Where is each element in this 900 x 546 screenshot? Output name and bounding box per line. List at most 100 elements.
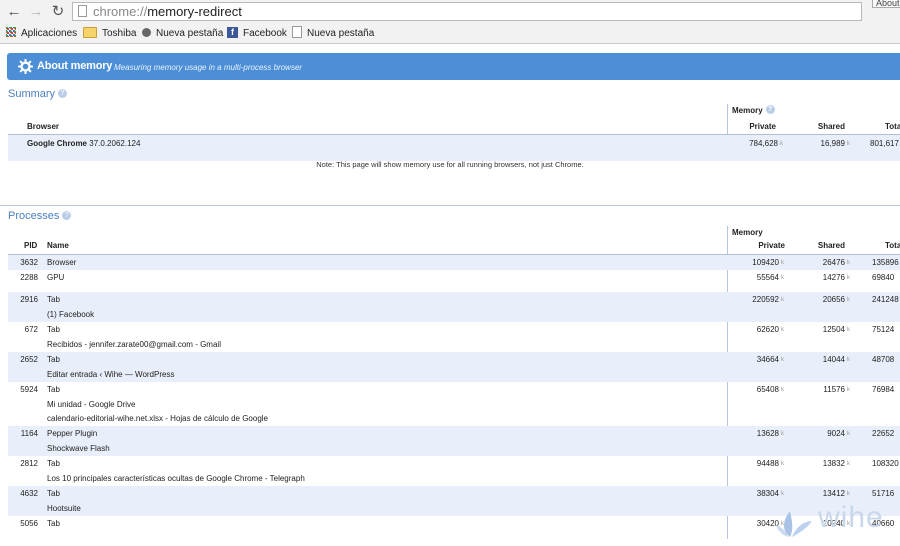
summary-total-header: Total [885, 122, 900, 131]
address-bar[interactable]: chrome://memory-redirect [72, 2, 862, 21]
process-title: Shockwave Flash [47, 444, 110, 453]
bookmark-nueva-pestana[interactable]: Nueva pestaña [142, 24, 223, 43]
process-title: Hootsuite [47, 504, 81, 513]
process-private: 34664 [756, 355, 779, 364]
summary-memory-header: Memory? [732, 105, 775, 115]
process-total: 135896 [872, 258, 899, 267]
browser-version: 37.0.2062.124 [89, 139, 141, 148]
help-icon[interactable]: ? [62, 210, 72, 220]
bookmark-facebook[interactable]: f Facebook [227, 24, 287, 43]
leaf-logo-icon [776, 511, 812, 537]
help-icon[interactable]: ? [58, 88, 68, 98]
process-title: calendario-editorial-wihe.net.xlsx - Hoj… [47, 414, 269, 423]
process-shared: 11576 [823, 385, 845, 394]
unit-label: k [781, 327, 784, 333]
process-total: 75124 [872, 325, 895, 334]
watermark-text: wihe [818, 501, 884, 534]
unit-label: k [847, 357, 850, 363]
url-path: memory-redirect [147, 4, 242, 19]
unit-label: k [781, 297, 784, 303]
apps-icon [6, 27, 16, 38]
process-pid: 2288 [20, 273, 38, 282]
processes-name-header: Name [47, 241, 69, 250]
process-pid: 5056 [20, 519, 38, 528]
process-total: 69840 [872, 273, 895, 282]
process-type: Tab [47, 355, 60, 364]
unit-label: k [781, 491, 784, 497]
process-row: 2916 Tab (1) Facebook 220592 k 20656 k 241248 [8, 292, 900, 322]
facebook-icon: f [227, 26, 238, 38]
browser-name: Google Chrome [27, 139, 88, 148]
section-divider [0, 205, 900, 206]
process-shared: 13412 [822, 489, 845, 498]
process-private: 220592 [752, 295, 779, 304]
bookmarks-bar: Aplicaciones Toshiba Nueva pestaña f Face… [0, 24, 900, 44]
unit-label: k [781, 431, 784, 437]
unit-label: k [847, 431, 850, 437]
process-type: Tab [47, 459, 60, 468]
process-row: 2288 GPU 55564 k 14276 k 69840 [8, 270, 900, 292]
reload-icon[interactable]: ↻ [48, 2, 68, 22]
summary-total-value: 801,617 [870, 139, 899, 148]
bookmark-label: Nueva pestaña [307, 28, 375, 39]
process-row: 672 Tab Recibidos - jennifer.zarate00@gmai… [8, 322, 900, 352]
unit-label: k [847, 491, 850, 497]
process-total: 51716 [872, 489, 895, 498]
process-shared: 14276 [822, 273, 845, 282]
address-url[interactable]: chrome://memory-redirect [93, 3, 242, 21]
wihe-watermark: wihe [776, 501, 900, 539]
process-shared: 20656 [822, 295, 845, 304]
process-total: 241248 [872, 295, 899, 304]
unit-label: k [847, 275, 850, 281]
process-shared: 26476 [822, 258, 845, 267]
bookmark-apps[interactable]: Aplicaciones [6, 24, 77, 43]
help-icon[interactable]: ? [765, 105, 775, 115]
page-title: About memory [37, 60, 113, 72]
process-row: 3632 Browser 109420 k 26476 k 135896 [8, 255, 900, 270]
unit-label: k [781, 461, 784, 467]
processes-shared-header: Shared [817, 241, 845, 250]
process-row: 5056 Tab 30420 k 10240 k 40660 [8, 516, 900, 546]
process-type: GPU [47, 273, 65, 282]
process-pid: 2916 [20, 295, 38, 304]
bookmark-label: Aplicaciones [21, 28, 78, 39]
summary-heading: Summary? [8, 88, 68, 100]
process-type: Pepper Plugin [47, 429, 98, 438]
unit-label: k [781, 357, 784, 363]
process-row: 2652 Tab Editar entrada ‹ Wihe — WordPress… [8, 352, 900, 382]
processes-title: Processes [8, 210, 60, 222]
page-icon [292, 26, 302, 39]
process-pid: 4632 [20, 489, 38, 498]
forward-arrow-icon[interactable]: → [26, 2, 46, 22]
process-row: 1164 Pepper Plugin Shockwave Flash 13628 k 90… [8, 426, 900, 456]
bookmark-label: Facebook [243, 28, 287, 39]
process-type: Tab [47, 385, 60, 394]
summary-private-value: 784,628 [749, 139, 778, 148]
process-type: Tab [47, 295, 60, 304]
process-shared: 12504 [822, 325, 845, 334]
process-total: 76984 [872, 385, 895, 394]
process-type: Browser [47, 258, 77, 267]
bookmark-toshiba[interactable]: Toshiba [83, 24, 136, 43]
process-pid: 5924 [20, 385, 38, 394]
bookmark-nueva-pestana-2[interactable]: Nueva pestaña [292, 24, 374, 43]
process-total: 108320 [872, 459, 899, 468]
summary-browser-cell: Google Chrome 37.0.2062.124 [27, 139, 140, 148]
process-title: (1) Facebook [47, 310, 95, 319]
process-private: 65408 [756, 385, 779, 394]
process-pid: 1164 [20, 429, 38, 438]
process-type: Tab [47, 489, 60, 498]
url-scheme: chrome:// [93, 4, 148, 19]
unit-label: k [781, 387, 784, 393]
process-title: Mi unidad - Google Drive [47, 400, 136, 409]
about-tooltip-tab[interactable]: About [872, 0, 900, 8]
process-type: Tab [47, 325, 60, 334]
process-private: 55564 [756, 273, 779, 282]
bookmark-label: Nueva pestaña [156, 28, 224, 39]
page-header-banner: About memory Measuring memory usage in a… [7, 53, 900, 80]
process-title: Los 10 principales características ocult… [47, 474, 305, 483]
back-arrow-icon[interactable]: ← [4, 2, 24, 22]
unit-label: k [847, 260, 850, 266]
summary-browser-header: Browser [27, 122, 60, 131]
process-shared: 13832 [822, 459, 845, 468]
